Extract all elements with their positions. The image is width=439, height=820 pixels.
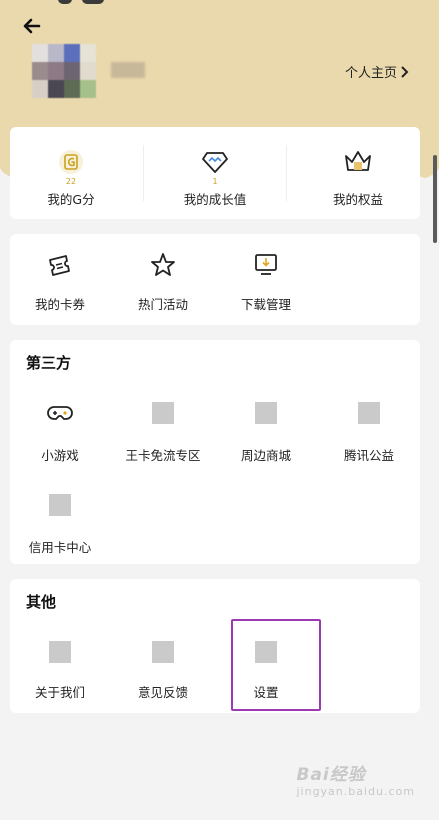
downloads-label: 下载管理 [240, 297, 291, 312]
events-label: 热门活动 [137, 297, 188, 312]
star-icon [148, 250, 178, 280]
crown-icon [343, 147, 373, 177]
third-party-card: 第三方 小游戏 王卡免流专区 周边商城 腾讯公益 信用卡中心 [10, 340, 420, 564]
username [111, 62, 145, 78]
wangka-label: 王卡免流专区 [125, 448, 201, 463]
placeholder-icon [45, 490, 75, 520]
watermark-sub: jingyan.baidu.com [296, 785, 415, 798]
benefits-item[interactable]: 我的权益 [322, 147, 394, 208]
download-monitor-icon [251, 250, 281, 280]
gamepad-icon [45, 398, 75, 428]
placeholder-icon [251, 398, 281, 428]
placeholder-icon [354, 398, 384, 428]
stats-card: 22 我的G分 1 我的成长值 我的权益 [10, 127, 420, 219]
charity-item[interactable]: 腾讯公益 [333, 398, 405, 464]
benefits-label: 我的权益 [332, 192, 383, 207]
mini-games-label: 小游戏 [41, 448, 79, 463]
credit-card-item[interactable]: 信用卡中心 [20, 490, 100, 556]
placeholder-icon [148, 398, 178, 428]
charity-label: 腾讯公益 [343, 448, 394, 463]
merch-store-item[interactable]: 周边商城 [230, 398, 302, 464]
coupons-item[interactable]: 我的卡券 [24, 250, 96, 313]
g-coin-icon [56, 147, 86, 177]
homepage-link[interactable]: 个人主页 [345, 62, 409, 81]
placeholder-icon [251, 637, 281, 667]
ticket-icon [45, 250, 75, 280]
placeholder-icon [148, 637, 178, 667]
tools-card: 我的卡券 热门活动 下载管理 [10, 234, 420, 325]
watermark-main: Bai经验 [296, 765, 366, 785]
avatar[interactable] [32, 44, 96, 98]
growth-item[interactable]: 1 我的成长值 [170, 147, 260, 208]
mini-games-item[interactable]: 小游戏 [24, 398, 96, 464]
back-button[interactable] [18, 12, 46, 40]
g-score-item[interactable]: 22 我的G分 [38, 147, 104, 208]
growth-label: 我的成长值 [183, 192, 247, 207]
status-bar-fragment [82, 0, 104, 4]
events-item[interactable]: 热门活动 [127, 250, 199, 313]
growth-value: 1 [212, 177, 218, 186]
about-us-item[interactable]: 关于我们 [24, 637, 96, 701]
coupons-label: 我的卡券 [34, 297, 85, 312]
placeholder-icon [45, 637, 75, 667]
divider [143, 145, 144, 201]
feedback-item[interactable]: 意见反馈 [127, 637, 199, 701]
g-score-label: 我的G分 [47, 192, 95, 207]
g-score-value: 22 [65, 177, 77, 186]
divider [286, 145, 287, 201]
watermark: Bai经验 jingyan.baidu.com [296, 760, 415, 798]
chevron-right-icon [401, 65, 409, 78]
section-title: 其他 [26, 593, 57, 611]
about-us-label: 关于我们 [34, 685, 85, 700]
homepage-label: 个人主页 [344, 66, 397, 81]
credit-card-label: 信用卡中心 [28, 540, 92, 555]
section-title: 第三方 [26, 354, 72, 372]
other-card: 其他 关于我们 意见反馈 设置 [10, 579, 420, 713]
wangka-item[interactable]: 王卡免流专区 [115, 398, 211, 464]
arrow-left-icon [23, 18, 41, 34]
scrollbar[interactable] [433, 155, 437, 243]
settings-item[interactable]: 设置 [230, 637, 302, 701]
diamond-icon [200, 147, 230, 177]
feedback-label: 意见反馈 [137, 685, 188, 700]
downloads-item[interactable]: 下载管理 [230, 250, 302, 313]
settings-label: 设置 [253, 685, 279, 700]
merch-store-label: 周边商城 [240, 448, 291, 463]
